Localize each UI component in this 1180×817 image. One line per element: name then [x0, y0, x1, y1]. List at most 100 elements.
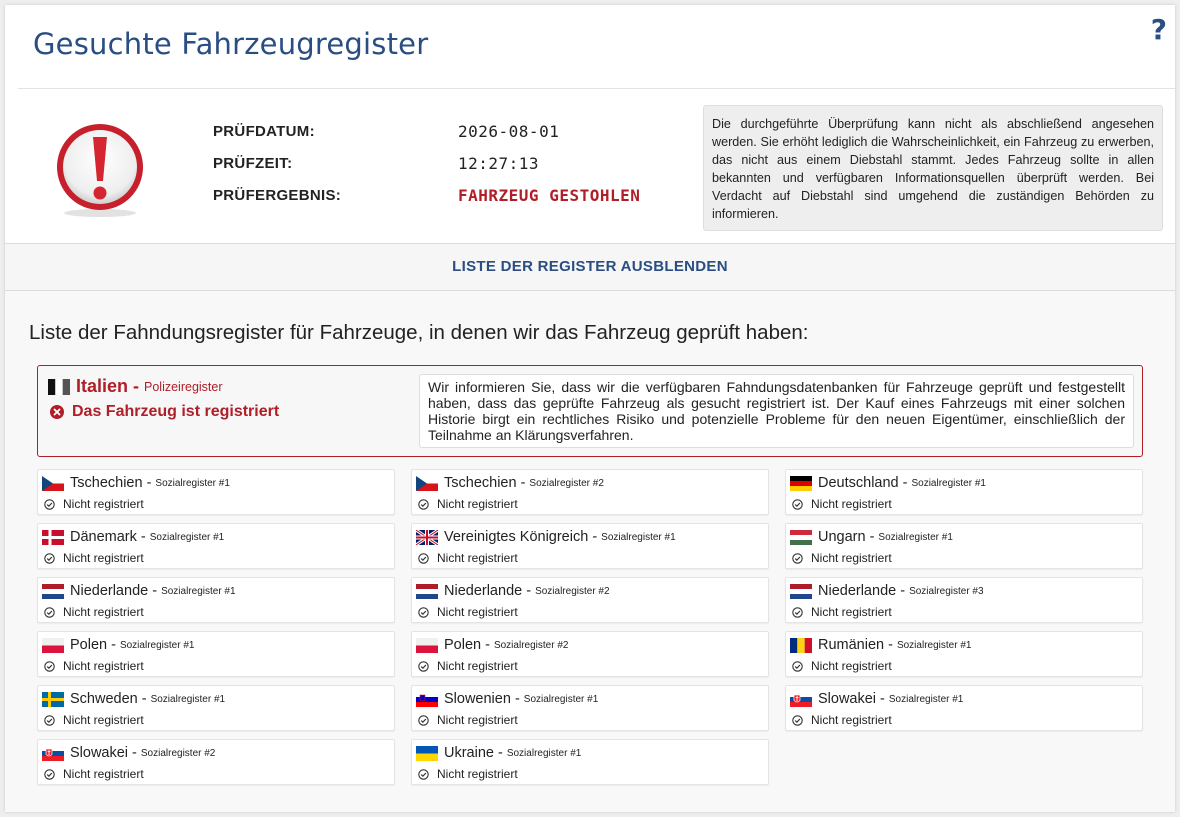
register-tile: Schweden - Sozialregister #1 Nicht registr…	[37, 685, 395, 731]
register-status: Nicht registriert	[44, 551, 144, 565]
register-tile-title: Niederlande - Sozialregister #1	[42, 583, 236, 599]
check-result-label: PRÜFERGEBNIS:	[213, 187, 342, 204]
check-circle-icon	[418, 768, 429, 780]
register-country: Rumänien	[818, 637, 885, 653]
check-circle-icon	[792, 660, 803, 672]
register-separator: -	[481, 637, 490, 653]
register-tile: Dänemark - Sozialregister #1 Nicht registr…	[37, 523, 395, 569]
register-separator: -	[522, 583, 532, 599]
register-name: Sozialregister #1	[161, 585, 236, 597]
check-circle-icon	[44, 606, 55, 618]
check-result-value: FAHRZEUG GESTOHLEN	[458, 186, 641, 205]
flag-cz-icon	[42, 475, 64, 491]
flag-sk-icon	[42, 745, 64, 761]
list-heading: Liste der Fahndungsregister für Fahrzeug…	[29, 321, 809, 344]
register-status-text: Nicht registriert	[437, 497, 518, 511]
register-name: Sozialregister #1	[601, 531, 676, 543]
check-circle-icon	[792, 498, 803, 510]
register-country: Niederlande	[70, 583, 149, 599]
register-tile: Tschechien - Sozialregister #2 Nicht regis…	[411, 469, 769, 515]
check-circle-icon	[792, 552, 803, 564]
register-status-text: Nicht registriert	[63, 767, 144, 781]
register-tile-title: Ukraine - Sozialregister #1	[416, 745, 581, 761]
disclaimer-box: Die durchgeführte Überprüfung kann nicht…	[703, 105, 1163, 231]
register-tile-title: Slowakei - Sozialregister #2	[42, 745, 215, 761]
register-country: Ungarn	[818, 529, 866, 545]
register-status: Nicht registriert	[418, 605, 518, 619]
register-separator: -	[137, 691, 147, 707]
register-list-area: Liste der Fahndungsregister für Fahrzeug…	[5, 291, 1175, 812]
register-status: Nicht registriert	[44, 659, 144, 673]
register-status-text: Nicht registriert	[811, 713, 892, 727]
register-status: Nicht registriert	[792, 659, 892, 673]
register-tile-title: Dänemark - Sozialregister #1	[42, 529, 224, 545]
register-country: Polen	[70, 637, 108, 653]
register-status-text: Nicht registriert	[437, 551, 518, 565]
register-tile: Niederlande - Sozialregister #1 Nicht regi…	[37, 577, 395, 623]
register-status: Nicht registriert	[44, 767, 144, 781]
register-name: Sozialregister #1	[155, 477, 230, 489]
register-status: Nicht registriert	[418, 713, 518, 727]
register-status: Nicht registriert	[418, 551, 518, 565]
register-status-text: Nicht registriert	[63, 497, 144, 511]
stolen-status: Das Fahrzeug ist registriert	[50, 403, 279, 421]
check-circle-icon	[44, 714, 55, 726]
register-separator: -	[898, 475, 908, 491]
hide-registers-link[interactable]: LISTE DER REGISTER AUSBLENDEN	[452, 258, 728, 275]
register-separator: -	[896, 583, 906, 599]
flag-de-icon	[790, 475, 812, 491]
register-status-text: Nicht registriert	[63, 551, 144, 565]
check-circle-icon	[44, 768, 55, 780]
register-country: Dänemark	[70, 529, 137, 545]
stolen-separator: -	[128, 376, 145, 396]
register-tile-title: Slowenien - Sozialregister #1	[416, 691, 598, 707]
toggle-bar: LISTE DER REGISTER AUSBLENDEN	[5, 243, 1175, 291]
register-status-text: Nicht registriert	[437, 767, 518, 781]
register-status: Nicht registriert	[792, 551, 892, 565]
register-separator: -	[107, 637, 116, 653]
register-tile: Ungarn - Sozialregister #1 Nicht registrie…	[785, 523, 1143, 569]
register-separator: -	[493, 745, 503, 761]
check-circle-icon	[418, 552, 429, 564]
register-status-text: Nicht registriert	[63, 659, 144, 673]
flag-nl-icon	[790, 583, 812, 599]
register-tile-title: Schweden - Sozialregister #1	[42, 691, 225, 707]
register-tile-title: Slowakei - Sozialregister #1	[790, 691, 963, 707]
register-status: Nicht registriert	[792, 497, 892, 511]
register-name: Sozialregister #2	[493, 639, 569, 651]
register-status-text: Nicht registriert	[437, 605, 518, 619]
register-name: Sozialregister #1	[878, 531, 953, 543]
flag-pl-icon	[416, 637, 438, 653]
register-tile: Polen - Sozialregister #2 Nicht registrier…	[411, 631, 769, 677]
register-country: Polen	[444, 637, 482, 653]
register-tile: Tschechien - Sozialregister #1 Nicht regis…	[37, 469, 395, 515]
register-name: Sozialregister #1	[911, 477, 986, 489]
register-country: Niederlande	[818, 583, 897, 599]
register-tile-title: Niederlande - Sozialregister #2	[416, 583, 610, 599]
register-country: Slowakei	[70, 745, 129, 761]
register-separator: -	[142, 475, 152, 491]
check-circle-icon	[44, 660, 55, 672]
help-icon[interactable]: ?	[1151, 13, 1167, 46]
register-name: Sozialregister #2	[529, 477, 604, 489]
flag-nl-icon	[42, 583, 64, 599]
flag-ua-icon	[416, 745, 438, 761]
register-status: Nicht registriert	[44, 605, 144, 619]
check-circle-icon	[44, 552, 55, 564]
register-status: Nicht registriert	[792, 605, 892, 619]
register-name: Sozialregister #1	[896, 639, 972, 651]
check-date-value: 2026-08-01	[458, 122, 560, 141]
register-tile-title: Tschechien - Sozialregister #2	[416, 475, 604, 491]
register-name: Sozialregister #1	[523, 693, 599, 705]
register-tile: Polen - Sozialregister #1 Nicht registrier…	[37, 631, 395, 677]
register-tile: Niederlande - Sozialregister #3 Nicht regi…	[785, 577, 1143, 623]
register-status-text: Nicht registriert	[811, 659, 892, 673]
stolen-country-name: Italien	[76, 376, 129, 396]
register-status-text: Nicht registriert	[437, 659, 518, 673]
register-country: Slowakei	[818, 691, 877, 707]
register-country: Ukraine	[444, 745, 494, 761]
register-separator: -	[865, 529, 875, 545]
stolen-register-box: Italien - Polizeiregister Das Fahrzeug i…	[37, 365, 1143, 457]
check-circle-icon	[792, 714, 803, 726]
register-status-text: Nicht registriert	[811, 551, 892, 565]
